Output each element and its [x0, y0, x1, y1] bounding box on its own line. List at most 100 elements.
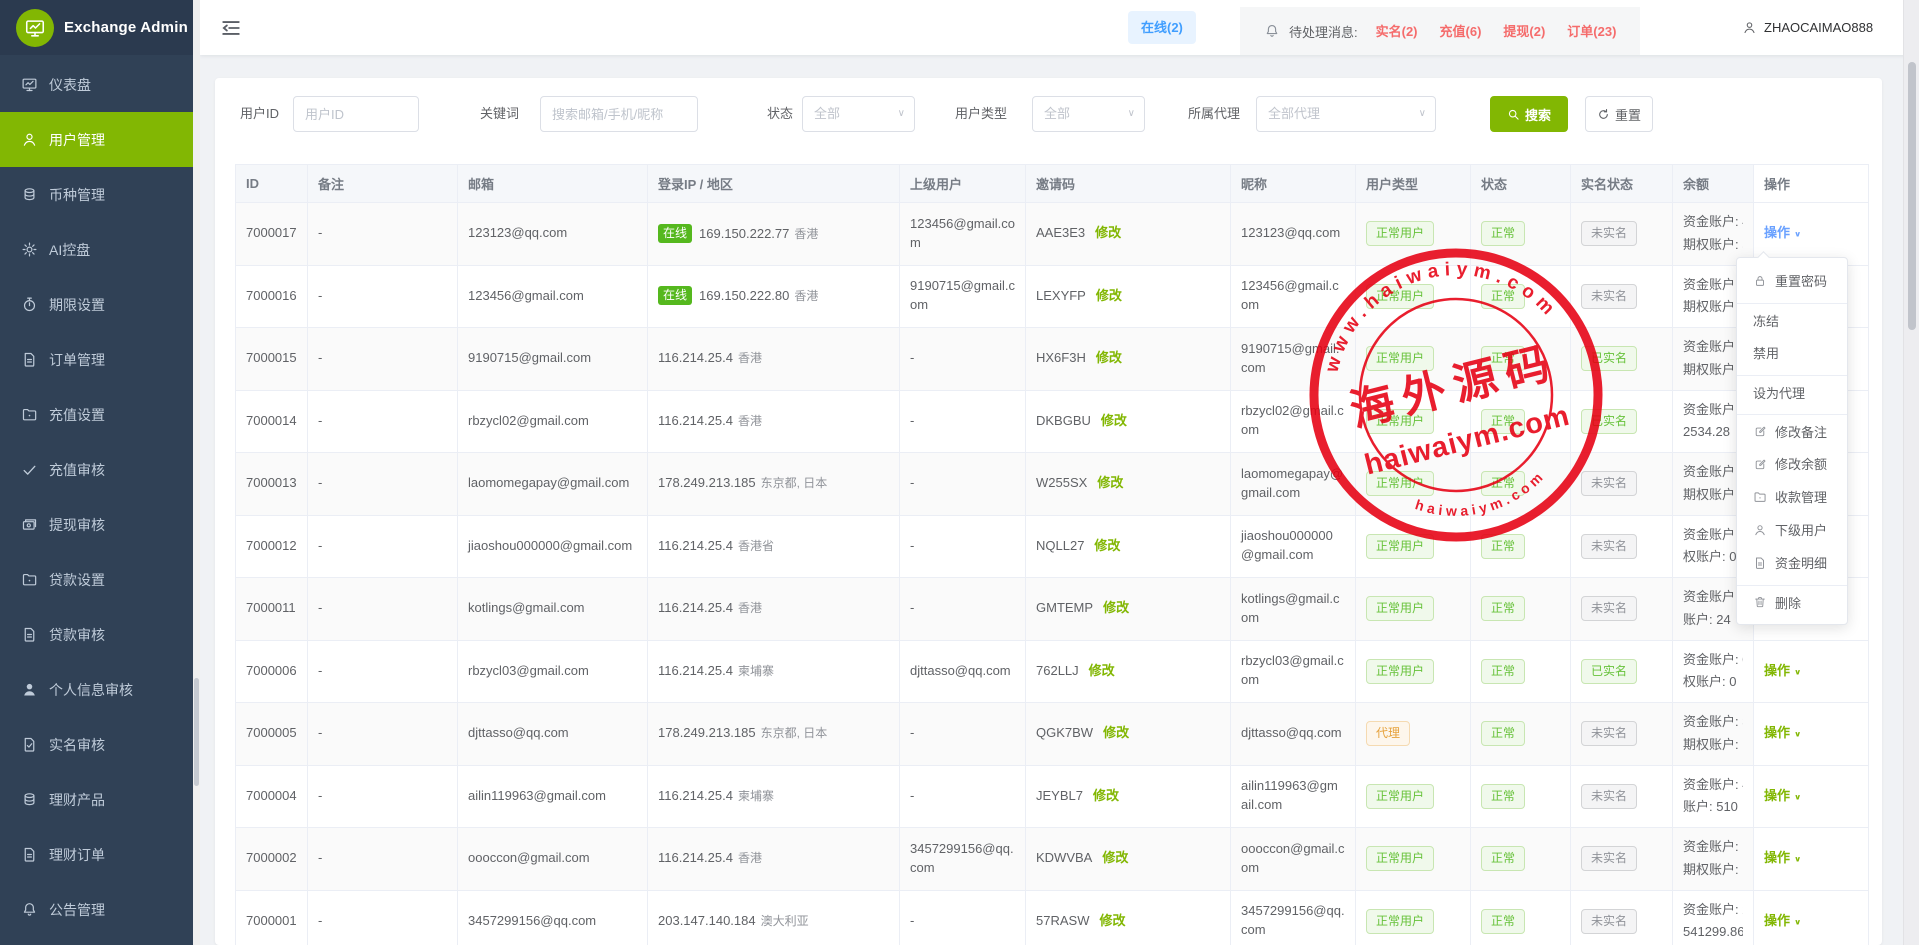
menu-item-freeze[interactable]: 冻结	[1737, 303, 1847, 336]
status-select[interactable]: 全部 ∨	[802, 96, 915, 132]
modify-invite-link[interactable]: 修改	[1093, 788, 1119, 803]
user-type-tag: 正常用户	[1366, 221, 1434, 246]
row-action-link[interactable]: 操作∨	[1764, 850, 1801, 865]
online-status-badge[interactable]: 在线(2)	[1128, 11, 1196, 44]
page-scrollbar[interactable]	[1903, 0, 1919, 945]
menu-item-edit-note[interactable]: 修改备注	[1737, 414, 1847, 447]
cell-nickname: rbzycl02@gmail.com	[1231, 390, 1356, 453]
menu-item-edit-balance[interactable]: 修改余额	[1737, 447, 1847, 480]
row-action-link[interactable]: 操作∨	[1764, 788, 1801, 803]
sidebar-item-loan-settings[interactable]: 贷款设置	[0, 552, 193, 607]
sidebar-item-wealth-products[interactable]: 理财产品	[0, 772, 193, 827]
sidebar-item-loan-review[interactable]: 贷款审核	[0, 607, 193, 662]
table-row: 7000012 - jiaoshou000000@gmail.com 116.2…	[236, 515, 1869, 578]
user-type-tag: 正常用户	[1366, 659, 1434, 684]
folder-icon	[1753, 490, 1767, 504]
menu-item-sub-users[interactable]: 下级用户	[1737, 513, 1847, 546]
balance-line-1: 资金账户:	[1683, 336, 1743, 359]
cell-ip-region: 116.214.25.4香港	[648, 828, 900, 891]
row-action-link[interactable]: 操作∨	[1764, 663, 1801, 678]
cell-email: jiaoshou000000@gmail.com	[458, 515, 648, 578]
modify-invite-link[interactable]: 修改	[1103, 600, 1129, 615]
sidebar-item-realname-review[interactable]: 实名审核	[0, 717, 193, 772]
scrollbar-thumb[interactable]	[1908, 62, 1916, 330]
modify-invite-link[interactable]: 修改	[1103, 725, 1129, 740]
ip-region: 香港	[794, 289, 818, 303]
row-action-link[interactable]: 操作∨	[1764, 725, 1801, 740]
sidebar-item-term-settings[interactable]: 期限设置	[0, 277, 193, 332]
coins-icon	[21, 186, 38, 203]
sidebar-item-dashboard[interactable]: 仪表盘	[0, 57, 193, 112]
status-tag: 正常	[1481, 346, 1525, 371]
pending-link-3[interactable]: 订单(23)	[1567, 24, 1616, 39]
balance-line-2: 账户: 24	[1683, 609, 1743, 632]
pending-link-2[interactable]: 提现(2)	[1503, 24, 1545, 39]
modify-invite-link[interactable]: 修改	[1094, 538, 1120, 553]
cell-action: 操作∨	[1754, 765, 1869, 828]
reset-button[interactable]: 重置	[1585, 96, 1653, 132]
table-header-cell: 上级用户	[900, 165, 1026, 203]
row-action-link[interactable]: 操作∨	[1764, 225, 1801, 240]
agent-select[interactable]: 全部代理 ∨	[1256, 96, 1436, 132]
sidebar-item-ai-control[interactable]: AI控盘	[0, 222, 193, 277]
user-id-input[interactable]	[293, 96, 419, 132]
menu-item-fund-details[interactable]: 资金明细	[1737, 546, 1847, 579]
modify-invite-link[interactable]: 修改	[1099, 913, 1125, 928]
menu-item-reset-password[interactable]: 重置密码	[1737, 264, 1847, 297]
pending-link-0[interactable]: 实名(2)	[1376, 24, 1418, 39]
modify-invite-link[interactable]: 修改	[1096, 350, 1122, 365]
sidebar-scrollbar[interactable]	[193, 0, 200, 945]
cell-status: 正常	[1471, 890, 1571, 945]
menu-item-set-as-agent[interactable]: 设为代理	[1737, 375, 1847, 408]
sidebar-item-recharge-settings[interactable]: 充值设置	[0, 387, 193, 442]
collapse-menu-icon[interactable]	[220, 17, 242, 39]
row-action-link[interactable]: 操作∨	[1764, 913, 1801, 928]
invite-code: GMTEMP	[1036, 600, 1093, 615]
menu-item-disable[interactable]: 禁用	[1737, 336, 1847, 369]
ip-address: 116.214.25.4	[658, 538, 733, 553]
user-icon	[21, 131, 38, 148]
sidebar-item-label: 充值设置	[49, 405, 105, 425]
modify-invite-link[interactable]: 修改	[1089, 663, 1115, 678]
cell-invite-code: W255SX修改	[1026, 453, 1231, 516]
user-type-select[interactable]: 全部 ∨	[1032, 96, 1145, 132]
chevron-down-icon: ∨	[898, 97, 905, 131]
invite-code: LEXYFP	[1036, 288, 1086, 303]
scrollbar-thumb[interactable]	[194, 678, 199, 786]
account-menu[interactable]: ZHAOCAIMAO888	[1742, 0, 1873, 55]
cell-status: 正常	[1471, 203, 1571, 266]
invite-code: KDWVBA	[1036, 850, 1092, 865]
sidebar-item-currency-management[interactable]: 币种管理	[0, 167, 193, 222]
modify-invite-link[interactable]: 修改	[1095, 225, 1121, 240]
modify-invite-link[interactable]: 修改	[1101, 413, 1127, 428]
modify-invite-link[interactable]: 修改	[1097, 475, 1123, 490]
sidebar-item-personal-info-review[interactable]: 个人信息审核	[0, 662, 193, 717]
sidebar-item-announcement-management[interactable]: 公告管理	[0, 882, 193, 937]
search-button[interactable]: 搜索	[1490, 96, 1568, 132]
balance-line-2: 权账户: 0	[1683, 546, 1743, 569]
sidebar-item-user-management[interactable]: 用户管理	[0, 112, 193, 167]
menu-item-label: 冻结	[1753, 311, 1779, 330]
online-badge: 在线	[658, 224, 692, 243]
ip-region: 东京都, 日本	[761, 476, 828, 490]
menu-item-payment-management[interactable]: 收款管理	[1737, 480, 1847, 513]
menu-item-delete[interactable]: 删除	[1737, 585, 1847, 618]
cell-ip-region: 在线169.150.222.77香港	[648, 203, 900, 266]
cell-ip-region: 在线169.150.222.80香港	[648, 265, 900, 328]
sidebar-item-recharge-review[interactable]: 充值审核	[0, 442, 193, 497]
keyword-input[interactable]	[540, 96, 698, 132]
cell-user-type: 正常用户	[1356, 390, 1471, 453]
timer-icon	[21, 296, 38, 313]
sidebar-item-wealth-orders[interactable]: 理财订单	[0, 827, 193, 882]
modify-invite-link[interactable]: 修改	[1096, 288, 1122, 303]
cell-status: 正常	[1471, 265, 1571, 328]
cell-parent-user: 9190715@gmail.com	[900, 265, 1026, 328]
sidebar-item-order-management[interactable]: 订单管理	[0, 332, 193, 387]
balance-line-1: 资金账户: 1	[1683, 836, 1743, 859]
pending-link-1[interactable]: 充值(6)	[1440, 24, 1482, 39]
cell-id: 7000015	[236, 328, 308, 391]
sidebar-item-withdraw-review[interactable]: 提现审核	[0, 497, 193, 552]
cell-note: -	[308, 203, 458, 266]
modify-invite-link[interactable]: 修改	[1102, 850, 1128, 865]
cell-invite-code: 762LLJ修改	[1026, 640, 1231, 703]
